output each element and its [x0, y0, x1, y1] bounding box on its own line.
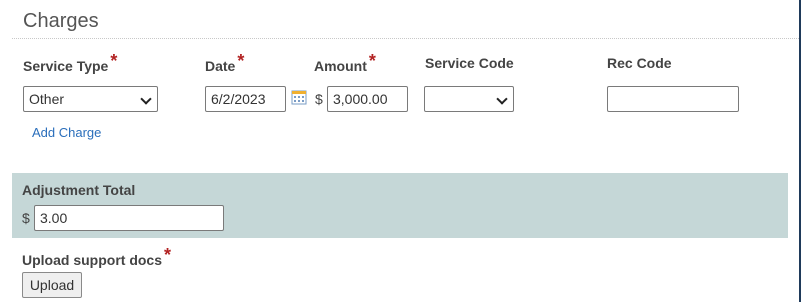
required-marker: *	[164, 245, 172, 265]
rec-code-label: Rec Code	[607, 55, 672, 71]
service-code-label: Service Code	[425, 55, 514, 71]
add-charge-link[interactable]: Add Charge	[32, 125, 101, 140]
required-marker: *	[368, 51, 376, 71]
adjustment-total-label: Adjustment Total	[22, 182, 136, 198]
service-type-select[interactable]: Other	[23, 86, 158, 112]
chevron-down-icon	[140, 93, 152, 105]
amount-currency-symbol: $	[315, 91, 323, 107]
amount-input[interactable]	[327, 86, 408, 112]
calendar-icon[interactable]	[291, 89, 307, 105]
rec-code-label-text: Rec Code	[607, 55, 672, 71]
section-title: Charges	[23, 10, 99, 32]
upload-label-text: Upload support docs	[22, 252, 162, 268]
adjustment-panel: Adjustment Total $	[12, 173, 788, 238]
adjustment-total-input[interactable]	[34, 205, 224, 231]
service-code-label-text: Service Code	[425, 55, 514, 71]
service-type-label-text: Service Type	[23, 58, 109, 74]
service-code-select[interactable]	[424, 86, 514, 112]
required-marker: *	[237, 51, 245, 71]
chevron-down-icon	[496, 93, 508, 105]
required-marker: *	[110, 51, 118, 71]
service-type-label: Service Type *	[23, 51, 117, 76]
date-input[interactable]	[205, 86, 286, 112]
date-label: Date *	[205, 51, 244, 76]
service-type-value: Other	[29, 91, 65, 107]
adjustment-currency-symbol: $	[22, 210, 30, 226]
section-divider	[12, 38, 799, 39]
date-label-text: Date	[205, 58, 236, 74]
amount-label-text: Amount	[314, 58, 367, 74]
upload-support-docs-label: Upload support docs *	[22, 245, 171, 270]
rec-code-input[interactable]	[607, 86, 739, 112]
upload-button[interactable]: Upload	[22, 272, 82, 298]
amount-label: Amount *	[314, 51, 376, 76]
charges-form: Charges Service Type * Date * Amount * Serv…	[0, 0, 801, 302]
